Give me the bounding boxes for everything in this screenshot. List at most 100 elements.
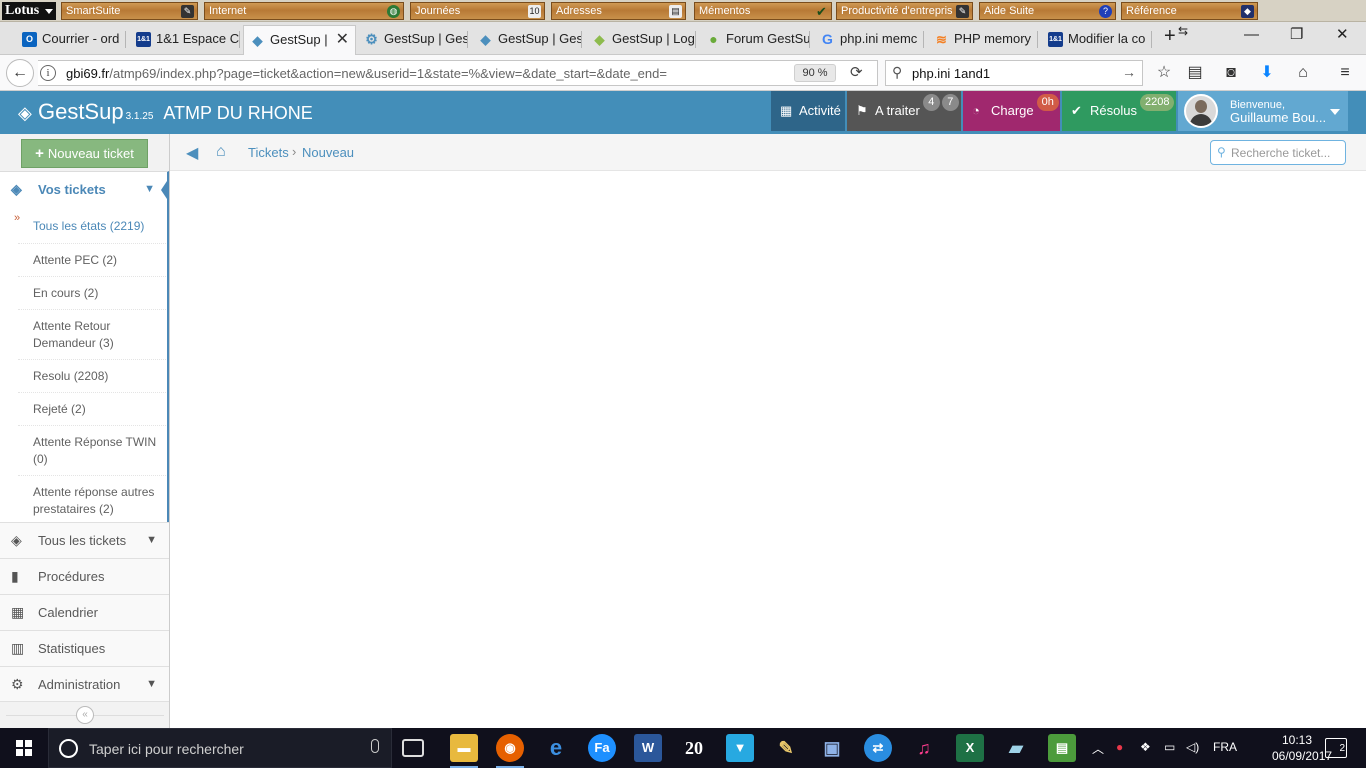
browser-tab-active[interactable]: ◆ GestSup | ✕ bbox=[243, 25, 356, 55]
resolved-label: Résolus bbox=[1090, 103, 1137, 118]
drawer-internet[interactable]: Internet ◍ bbox=[204, 2, 404, 20]
browser-tab[interactable]: ≋ PHP memory bbox=[928, 25, 1038, 55]
resolved-button[interactable]: ✔ Résolus2208 bbox=[1062, 91, 1176, 131]
dropbox-icon[interactable]: ❖ bbox=[1140, 740, 1151, 754]
zoom-indicator[interactable]: 90 % bbox=[794, 64, 836, 82]
lotus-123-icon[interactable]: 20 bbox=[680, 734, 708, 762]
brand-name: GestSup bbox=[37, 99, 124, 124]
reload-icon[interactable]: ⟳ bbox=[850, 63, 863, 81]
sidebar-subitem-attente-retour[interactable]: Attente Retour Demandeur (3) bbox=[18, 309, 166, 359]
fa-icon[interactable]: Fa bbox=[588, 734, 616, 762]
back-button[interactable]: ← bbox=[6, 59, 34, 87]
sidebar-item-statistics[interactable]: ▥ Statistiques bbox=[0, 630, 169, 666]
tablet-icon[interactable]: ▰ bbox=[1002, 734, 1030, 762]
excel-icon[interactable]: X bbox=[956, 734, 984, 762]
drawer-memento[interactable]: Mémentos ✔ bbox=[694, 2, 832, 20]
word-icon[interactable]: W bbox=[634, 734, 662, 762]
sidebar-item-calendar[interactable]: ▦ Calendrier bbox=[0, 594, 169, 630]
pocket-icon[interactable]: ◙ bbox=[1219, 61, 1243, 85]
minimize-button[interactable]: — bbox=[1244, 26, 1259, 43]
tab-label: GestSup | Ges bbox=[384, 31, 468, 46]
browser-tab[interactable]: 1&1 1&1 Espace C bbox=[130, 25, 240, 55]
drawer-aide[interactable]: Aide Suite? bbox=[979, 2, 1116, 20]
microphone-icon[interactable] bbox=[371, 739, 379, 753]
bookmark-star-icon[interactable]: ☆ bbox=[1152, 61, 1176, 85]
teamviewer-icon[interactable]: ⇄ bbox=[864, 734, 892, 762]
sidebar-subitem-attente-autres[interactable]: Attente réponse autres prestataires (2) bbox=[18, 475, 166, 522]
address-book-icon: ▤ bbox=[669, 5, 682, 18]
sidebar-subitem-en-cours[interactable]: En cours (2) bbox=[18, 276, 166, 309]
collapse-sidebar-button[interactable]: « bbox=[76, 706, 94, 724]
lotus-logo-button[interactable]: Lotus bbox=[2, 2, 56, 20]
close-icon[interactable]: ✕ bbox=[336, 26, 349, 54]
charge-button[interactable]: ◔ Charge0h bbox=[963, 91, 1060, 131]
task-view-icon[interactable] bbox=[402, 739, 424, 757]
browser-tab[interactable]: 1&1 Modifier la co bbox=[1042, 25, 1152, 55]
home-icon[interactable]: ⌂ bbox=[1291, 61, 1315, 85]
drawer-journees[interactable]: Journées 10 bbox=[410, 2, 545, 20]
book-icon[interactable]: ▼ bbox=[726, 734, 754, 762]
brand[interactable]: ◈ GestSup 3.1.25 ATMP DU RHONE bbox=[18, 99, 313, 125]
project-icon[interactable]: ▤ bbox=[1048, 734, 1076, 762]
bar-chart-icon: ▥ bbox=[11, 640, 25, 656]
user-menu-button[interactable]: Bienvenue, Guillaume Bou... bbox=[1178, 91, 1348, 131]
clock[interactable]: 10:13 06/09/2017 bbox=[1272, 732, 1332, 764]
reading-list-icon[interactable]: ▤ bbox=[1183, 61, 1207, 85]
url-text: gbi69.fr/atmp69/index.php?page=ticket&ac… bbox=[66, 66, 667, 81]
sidebar-item-my-tickets[interactable]: ◈ Vos tickets ▼ bbox=[0, 171, 169, 206]
url-domain: gbi69.fr bbox=[66, 66, 110, 81]
notification-center-button[interactable]: 2 bbox=[1325, 738, 1347, 758]
ticket-search-input[interactable] bbox=[1231, 144, 1343, 161]
cortana-icon bbox=[59, 739, 78, 758]
network-icon[interactable]: ▭ bbox=[1164, 740, 1175, 754]
sidebar-item-all-tickets[interactable]: ◈ Tous les tickets ▼ bbox=[0, 522, 169, 558]
breadcrumb-current: Nouveau bbox=[302, 145, 355, 160]
sidebar-subitem-all-states[interactable]: » Tous les états (2219) bbox=[14, 210, 166, 243]
breadcrumb-tickets[interactable]: Tickets bbox=[248, 145, 289, 160]
browser-tab[interactable]: ⚙ GestSup | Ges bbox=[358, 25, 468, 55]
paint-icon[interactable]: ✎ bbox=[772, 734, 800, 762]
sidebar-item-administration[interactable]: ⚙ Administration ▼ bbox=[0, 666, 169, 702]
search-bar[interactable]: ⚲ php.ini 1and1 → bbox=[885, 60, 1143, 86]
sidebar-subitem-attente-pec[interactable]: Attente PEC (2) bbox=[18, 243, 166, 276]
chevron-up-icon[interactable]: ︿ bbox=[1092, 740, 1104, 757]
sidebar-item-procedures[interactable]: ▮ Procédures bbox=[0, 558, 169, 594]
sidebar-subitem-attente-twin[interactable]: Attente Réponse TWIN (0) bbox=[18, 425, 166, 475]
volume-icon[interactable]: ◁) bbox=[1186, 740, 1199, 754]
browser-tab[interactable]: ◆ GestSup | Gest bbox=[472, 25, 582, 55]
tab-list-icon[interactable]: ⇆ bbox=[1178, 24, 1188, 38]
browser-tab[interactable]: O Courrier - ord bbox=[16, 25, 126, 55]
info-icon[interactable]: i bbox=[40, 65, 56, 81]
edge-icon[interactable]: e bbox=[542, 734, 570, 762]
home-icon[interactable]: ⌂ bbox=[216, 143, 226, 161]
language-indicator[interactable]: FRA bbox=[1213, 740, 1237, 754]
file-explorer-icon[interactable]: ▬ bbox=[450, 734, 478, 768]
restore-button[interactable]: ❐ bbox=[1290, 25, 1303, 43]
browser-tab[interactable]: ◆ GestSup | Log bbox=[586, 25, 696, 55]
sidebar-subitem-rejete[interactable]: Rejeté (2) bbox=[18, 392, 166, 425]
drawer-reference[interactable]: Référence ◆ bbox=[1121, 2, 1258, 20]
new-tab-button[interactable]: + bbox=[1164, 25, 1176, 48]
activity-button[interactable]: ▦ Activité bbox=[771, 91, 845, 131]
network-icon[interactable]: ▣ bbox=[818, 734, 846, 762]
arrow-right-icon[interactable]: → bbox=[1122, 64, 1136, 80]
drawer-adresses[interactable]: Adresses ▤ bbox=[551, 2, 686, 20]
url-path: /atmp69/index.php?page=ticket&action=new… bbox=[109, 66, 667, 81]
drawer-productivite[interactable]: Productivité d'entrepris ✎ bbox=[836, 2, 973, 20]
menu-icon[interactable]: ≡ bbox=[1333, 61, 1357, 85]
itunes-icon[interactable]: ♫ bbox=[910, 734, 938, 762]
drawer-smartsuite[interactable]: SmartSuite ✎ bbox=[61, 2, 198, 20]
arrow-left-icon[interactable]: ◀ bbox=[186, 143, 198, 163]
browser-tab[interactable]: ● Forum GestSu bbox=[700, 25, 810, 55]
todo-button[interactable]: ⚑ A traiter4 7 bbox=[847, 91, 961, 131]
url-bar[interactable]: i gbi69.fr/atmp69/index.php?page=ticket&… bbox=[38, 60, 878, 86]
browser-tab[interactable]: Gphp.ini memc bbox=[814, 25, 924, 55]
start-button[interactable] bbox=[0, 728, 48, 768]
close-window-button[interactable]: ✕ bbox=[1336, 25, 1349, 43]
firefox-icon[interactable]: ◉ bbox=[496, 734, 524, 768]
sidebar-subitem-resolu[interactable]: Resolu (2208) bbox=[18, 359, 166, 392]
tray-app-icon[interactable]: ● bbox=[1116, 740, 1123, 754]
download-icon[interactable]: ⬇ bbox=[1255, 61, 1279, 85]
new-ticket-button[interactable]: + Nouveau ticket bbox=[21, 139, 148, 168]
taskbar-search[interactable]: Taper ici pour rechercher bbox=[48, 728, 392, 768]
